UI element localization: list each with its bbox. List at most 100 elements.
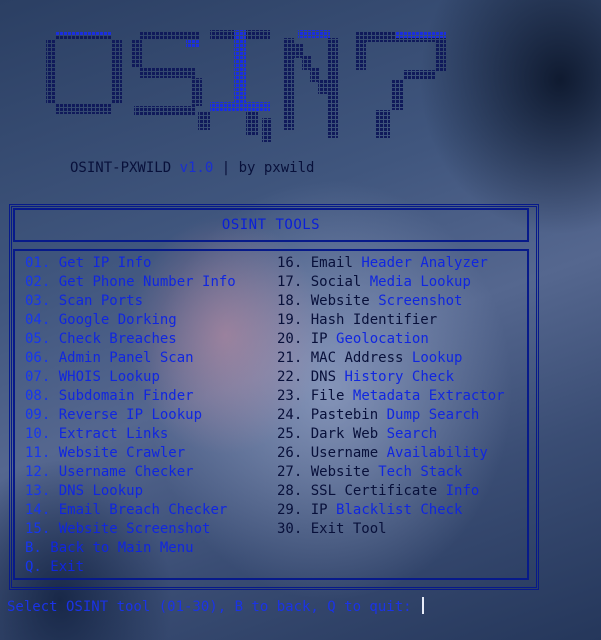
menu-item-label-start: MAC Address: [310, 350, 404, 366]
menu-item[interactable]: 17. Social Media Lookup: [277, 273, 505, 292]
menu-item[interactable]: 03. Scan Ports: [25, 292, 236, 311]
menu-item-label: Website Screenshot: [58, 521, 211, 537]
menu-item[interactable]: 13. DNS Lookup: [25, 482, 236, 501]
menu-item[interactable]: 07. WHOIS Lookup: [25, 368, 236, 387]
menu-item[interactable]: 09. Reverse IP Lookup: [25, 406, 236, 425]
menu-item[interactable]: 16. Email Header Analyzer: [277, 254, 505, 273]
menu-item-label: Back to Main Menu: [50, 540, 194, 556]
menu-item-label-start: Username: [310, 445, 379, 461]
menu-item-number: 13.: [25, 483, 51, 499]
menu-item-number: 25.: [277, 426, 303, 442]
menu-item[interactable]: 20. IP Geolocation: [277, 330, 505, 349]
menu-item[interactable]: 08. Subdomain Finder: [25, 387, 236, 406]
logo-letter-i: [198, 30, 270, 136]
menu-item[interactable]: 05. Check Breaches: [25, 330, 236, 349]
menu-item-number: 28.: [277, 483, 303, 499]
menu-item-number: 06.: [25, 350, 51, 366]
menu-item[interactable]: 18. Website Screenshot: [277, 292, 505, 311]
menu-item-label-end: History Check: [344, 369, 455, 385]
menu-item[interactable]: 10. Extract Links: [25, 425, 236, 444]
menu-item-label-start: Website: [310, 464, 370, 480]
menu-item-number: 12.: [25, 464, 51, 480]
menu-item[interactable]: 26. Username Availability: [277, 444, 505, 463]
panel-title: OSINT TOOLS: [221, 217, 321, 233]
menu-item-label-end: Info: [445, 483, 480, 499]
menu-item[interactable]: B. Back to Main Menu: [25, 539, 236, 558]
menu-item[interactable]: Q. Exit: [25, 558, 236, 577]
menu-item-number: 02.: [25, 274, 51, 290]
menu-item-number: 01.: [25, 255, 51, 271]
osint-ascii-logo: [46, 30, 446, 142]
menu-item-label-end: Blacklist Check: [336, 502, 463, 518]
app-name: OSINT-PXWILD: [70, 160, 180, 176]
menu-item-number: 27.: [277, 464, 303, 480]
menu-item[interactable]: 11. Website Crawler: [25, 444, 236, 463]
menu-item-label: Username Checker: [58, 464, 194, 480]
version-line: OSINT-PXWILD v1.0 | by pxwild: [70, 160, 314, 176]
prompt-text: Select OSINT tool (01-30), B to back, Q …: [7, 599, 421, 615]
menu-item-label-end: Header Analyzer: [361, 255, 488, 271]
menu-item-label-start: Pastebin: [310, 407, 379, 423]
logo-letter-n: [262, 30, 338, 142]
panel-title-box: OSINT TOOLS: [13, 208, 529, 242]
menu-item-label: Check Breaches: [58, 331, 177, 347]
menu-item-label: Google Dorking: [58, 312, 177, 328]
menu-item-label: Email Breach Checker: [58, 502, 228, 518]
menu-item-label: Website Crawler: [58, 445, 186, 461]
menu-item[interactable]: 04. Google Dorking: [25, 311, 236, 330]
menu-item[interactable]: 25. Dark Web Search: [277, 425, 505, 444]
menu-column-left: 01. Get IP Info 02. Get Phone Number Info…: [25, 254, 236, 577]
menu-item-number: 10.: [25, 426, 51, 442]
menu-item[interactable]: 29. IP Blacklist Check: [277, 501, 505, 520]
menu-item[interactable]: 27. Website Tech Stack: [277, 463, 505, 482]
menu-item-number: 14.: [25, 502, 51, 518]
menu-item-number: 24.: [277, 407, 303, 423]
menu-item-label-start: Exit Tool: [310, 521, 387, 537]
menu-item-number: 29.: [277, 502, 303, 518]
version-number: v1.0: [179, 160, 214, 176]
menu-item-label-end: Media Lookup: [369, 274, 471, 290]
menu-item-label-start: Website: [310, 293, 370, 309]
menu-item[interactable]: 02. Get Phone Number Info: [25, 273, 236, 292]
menu-item-number: 05.: [25, 331, 51, 347]
menu-item-label: Subdomain Finder: [58, 388, 194, 404]
menu-item-label-start: DNS: [310, 369, 337, 385]
menu-item-label: DNS Lookup: [58, 483, 144, 499]
menu-item-label-start: Social: [310, 274, 362, 290]
menu-item[interactable]: 23. File Metadata Extractor: [277, 387, 505, 406]
menu-item-label-start: Dark Web: [310, 426, 379, 442]
menu-item[interactable]: 12. Username Checker: [25, 463, 236, 482]
input-prompt[interactable]: Select OSINT tool (01-30), B to back, Q …: [7, 597, 425, 615]
menu-item-number: 30.: [277, 521, 303, 537]
menu-item-label-start: File: [310, 388, 345, 404]
menu-item-number: 20.: [277, 331, 303, 347]
menu-item-label-end: Lookup: [411, 350, 463, 366]
menu-item[interactable]: 28. SSL Certificate Info: [277, 482, 505, 501]
logo-letter-o: [46, 32, 122, 114]
menu-item-label: WHOIS Lookup: [58, 369, 160, 385]
text-cursor-icon[interactable]: [422, 597, 425, 614]
menu-item-label: Scan Ports: [58, 293, 144, 309]
menu-item-label-start: IP: [310, 331, 328, 347]
menu-item[interactable]: 22. DNS History Check: [277, 368, 505, 387]
menu-item-label-start: IP: [310, 502, 328, 518]
menu-item[interactable]: 30. Exit Tool: [277, 520, 505, 539]
menu-item-number: 21.: [277, 350, 303, 366]
menu-item[interactable]: 21. MAC Address Lookup: [277, 349, 505, 368]
menu-item[interactable]: 01. Get IP Info: [25, 254, 236, 273]
menu-item-label-end: Geolocation: [336, 331, 429, 347]
menu-item[interactable]: 19. Hash Identifier: [277, 311, 505, 330]
menu-item[interactable]: 14. Email Breach Checker: [25, 501, 236, 520]
menu-item-label: Reverse IP Lookup: [58, 407, 203, 423]
menu-item[interactable]: 15. Website Screenshot: [25, 520, 236, 539]
menu-item-number: 18.: [277, 293, 303, 309]
menu-item-label-end: Availability: [386, 445, 488, 461]
menu-item-number: 16.: [277, 255, 303, 271]
menu-item[interactable]: 24. Pastebin Dump Search: [277, 406, 505, 425]
menu-item-label-start: Email: [310, 255, 353, 271]
menu-item-label: Admin Panel Scan: [58, 350, 194, 366]
menu-item[interactable]: 06. Admin Panel Scan: [25, 349, 236, 368]
menu-item-label: Get IP Info: [58, 255, 152, 271]
menu-column-right: 16. Email Header Analyzer 17. Social Medi…: [277, 254, 505, 539]
menu-item-label-end: Screenshot: [378, 293, 463, 309]
